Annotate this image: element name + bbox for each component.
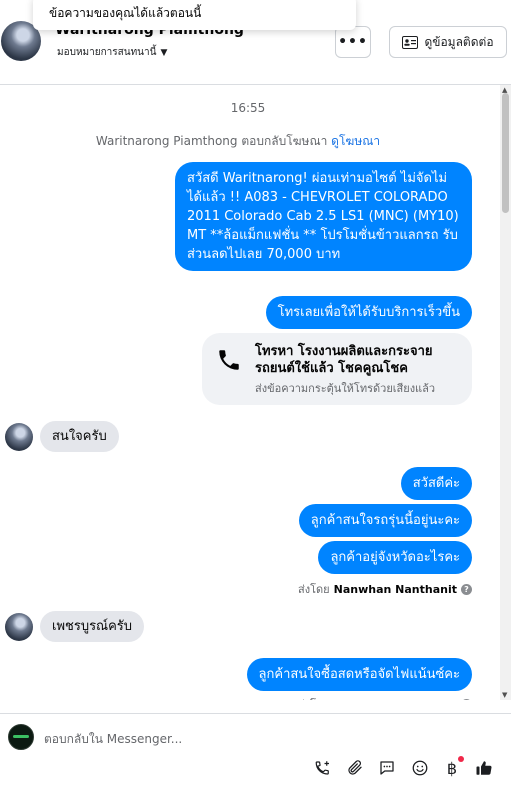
view-contact-button[interactable]: ดูข้อมูลติดต่อ [389, 26, 507, 58]
toast-text: ข้อความของคุณได้แล้วตอนนี้ [49, 6, 202, 20]
caret-down-icon: ▼ [160, 47, 168, 58]
timestamp: 16:55 [230, 101, 266, 115]
chat-scrollbar[interactable]: ▲ ▼ [500, 85, 511, 700]
view-contact-label: ดูข้อมูลติดต่อ [424, 34, 494, 49]
sent-by-label: ส่งโดย Nanwhan Nanthanit ? [298, 695, 472, 700]
sent-by-label: ส่งโดย Nanwhan Nanthanit ? [298, 580, 472, 598]
scrollbar-thumb[interactable] [502, 93, 509, 213]
like-icon[interactable] [474, 758, 494, 778]
sender-name: Nanwhan Nanthanit [333, 582, 457, 596]
message-bubble-incoming: สนใจครับ [40, 421, 119, 452]
assign-conversation[interactable]: มอบหมายการสนทนานี้ ▼ [57, 45, 167, 60]
call-prompt-card[interactable]: โทรหา โรงงานผลิตและกระจายรถยนต์ใช้แล้ว โ… [202, 333, 472, 405]
scroll-down-icon[interactable]: ▼ [502, 691, 507, 699]
message-bubble-outgoing: ลูกค้าสนใจซื้อสดหรือจัดไฟแน้นซ์คะ [246, 658, 472, 691]
emoji-icon[interactable] [410, 758, 430, 778]
notification-toast: ข้อความของคุณได้แล้วตอนนี้ [33, 0, 356, 30]
message-bubble-outgoing: ลูกค้าอยู่จังหวัดอะไรคะ [318, 541, 472, 574]
assign-label: มอบหมายการสนทนานี้ [57, 47, 157, 58]
info-icon[interactable]: ? [461, 583, 472, 595]
call-card-title: โทรหา โรงงานผลิตและกระจายรถยนต์ใช้แล้ว โ… [255, 344, 433, 376]
message-bubble-outgoing: ลูกค้าสนใจรถรุ่นนี้อยู่นะคะ [298, 504, 472, 537]
user-avatar [5, 423, 33, 451]
message-bubble-outgoing: โทรเลยเพื่อให้ได้รับบริการเร็วขึ้น [265, 296, 472, 329]
page-avatar [8, 724, 34, 750]
call-card-subtitle: ส่งข้อความกระตุ้นให้โทรด้วยเสียงแล้ว [255, 382, 436, 395]
message-bubble-incoming: เพชรบูรณ์ครับ [40, 611, 145, 642]
contact-card-icon [402, 35, 419, 49]
saved-replies-icon[interactable] [377, 758, 397, 778]
view-ad-link[interactable]: ดูโฆษณา [331, 134, 380, 148]
message-thread[interactable]: 16:55 Waritnarong Piamthong ตอบกลับโฆษณา… [0, 85, 500, 700]
ad-reply-text: Waritnarong Piamthong ตอบกลับโฆษณา [95, 134, 328, 148]
attachment-icon[interactable] [345, 758, 365, 778]
user-avatar [5, 613, 33, 641]
sent-by-prefix: ส่งโดย [298, 695, 330, 700]
phone-icon [219, 350, 239, 370]
sender-name: Nanwhan Nanthanit [334, 698, 457, 701]
message-bubble-outgoing: สวัสดี Waritnarong! ผ่อนเท่ามอไซต์ ไม่จั… [175, 162, 472, 271]
info-icon[interactable]: ? [461, 698, 472, 700]
phone-add-icon[interactable] [313, 758, 333, 778]
message-composer: ตอบกลับใน Messenger... ฿ [0, 713, 511, 793]
message-bubble-outgoing: สวัสดีค่ะ [400, 467, 472, 500]
sent-by-prefix: ส่งโดย [298, 583, 330, 596]
reply-input[interactable]: ตอบกลับใน Messenger... [44, 730, 182, 749]
more-options-button[interactable]: ••• [335, 26, 371, 58]
ad-reply-notice: Waritnarong Piamthong ตอบกลับโฆษณา ดูโฆษ… [0, 132, 476, 151]
notification-dot [458, 756, 464, 762]
